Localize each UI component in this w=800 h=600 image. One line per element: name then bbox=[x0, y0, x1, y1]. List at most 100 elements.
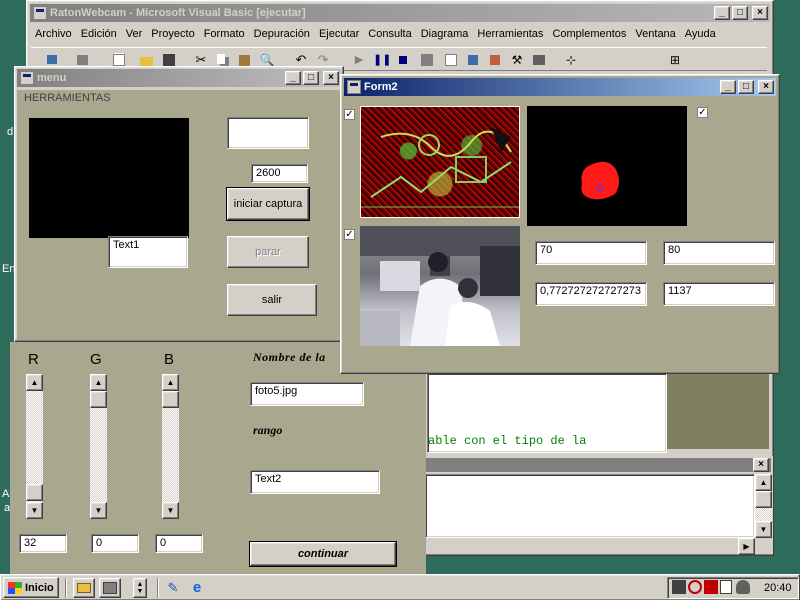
ratio-value-field[interactable]: 0,772727272727273 bbox=[535, 282, 647, 306]
r-value-field[interactable]: 32 bbox=[19, 534, 67, 553]
scroll-down-icon[interactable]: ▼ bbox=[755, 521, 772, 538]
interval-field[interactable]: 2600 bbox=[251, 164, 308, 183]
internet-explorer-icon[interactable]: e bbox=[189, 580, 205, 596]
audio-icon[interactable] bbox=[688, 580, 702, 594]
windows-logo-icon bbox=[8, 581, 22, 594]
blank-field[interactable] bbox=[227, 117, 309, 149]
scroll-up-icon[interactable]: ▲ bbox=[26, 374, 43, 391]
menu-depuracion[interactable]: Depuración bbox=[254, 28, 310, 40]
edge-detection-image bbox=[360, 106, 520, 218]
x-value-field[interactable]: 70 bbox=[535, 241, 647, 265]
range-field[interactable]: Text2 bbox=[250, 470, 380, 494]
menu-ayuda[interactable]: Ayuda bbox=[685, 28, 716, 40]
herramientas-label: HERRAMIENTAS bbox=[24, 92, 111, 104]
quick-launch-separator-2 bbox=[157, 578, 159, 598]
minimize-icon[interactable]: _ bbox=[285, 71, 301, 85]
menu-herramientas[interactable]: Herramientas bbox=[477, 28, 543, 40]
scroll-right-icon[interactable]: ▶ bbox=[738, 538, 755, 555]
exit-button[interactable]: salir bbox=[227, 284, 317, 316]
b-value-field[interactable]: 0 bbox=[155, 534, 203, 553]
scroll-up-icon[interactable]: ▲ bbox=[162, 374, 179, 391]
code-window[interactable]: able con el tipo de la bbox=[427, 373, 667, 453]
maximize-icon[interactable]: □ bbox=[303, 71, 319, 85]
g-label: G bbox=[90, 351, 102, 368]
range-label: rango bbox=[253, 423, 283, 437]
count-value-field[interactable]: 1137 bbox=[663, 282, 775, 306]
immediate-text-area[interactable] bbox=[425, 474, 755, 538]
menu-edicion[interactable]: Edición bbox=[81, 28, 117, 40]
vb-task-button[interactable] bbox=[99, 578, 121, 598]
stop-button[interactable]: parar bbox=[227, 236, 309, 268]
webcam-preview bbox=[29, 118, 189, 238]
g-value-field[interactable]: 0 bbox=[91, 534, 139, 553]
y-value-field[interactable]: 80 bbox=[663, 241, 775, 265]
agent-icon[interactable] bbox=[736, 580, 750, 594]
menu-ver[interactable]: Ver bbox=[126, 28, 143, 40]
properties-icon[interactable] bbox=[443, 52, 459, 68]
menu-formato[interactable]: Formato bbox=[204, 28, 245, 40]
menu-proyecto[interactable]: Proyecto bbox=[151, 28, 194, 40]
immediate-close-icon[interactable]: × bbox=[753, 458, 769, 472]
menu-form-icon bbox=[20, 71, 34, 85]
spinner-down-icon: ▼ bbox=[136, 588, 144, 595]
detection-image bbox=[527, 106, 687, 226]
network-icon[interactable] bbox=[672, 580, 686, 594]
immediate-titlebar bbox=[425, 458, 771, 472]
vb-ide-titlebar[interactable]: RatonWebcam - Microsoft Visual Basic [ej… bbox=[30, 4, 770, 22]
close-icon[interactable]: × bbox=[752, 6, 768, 20]
scroll-down-icon[interactable]: ▼ bbox=[162, 502, 179, 519]
edge-lines-svg bbox=[361, 127, 519, 208]
menu-diagrama[interactable]: Diagrama bbox=[421, 28, 469, 40]
continue-button[interactable]: continuar bbox=[249, 541, 397, 567]
norton-icon[interactable] bbox=[720, 580, 732, 594]
detect-view-checkbox[interactable]: ✓ bbox=[697, 107, 708, 118]
edge-view-checkbox[interactable]: ✓ bbox=[344, 109, 355, 120]
immediate-vscroll[interactable]: ▲ ▼ bbox=[755, 474, 772, 538]
task-spinner[interactable]: ▲ ▼ bbox=[133, 578, 147, 598]
camera-svg bbox=[360, 226, 520, 346]
position-icon[interactable]: ⊹ bbox=[563, 52, 579, 68]
b-scroll-thumb[interactable] bbox=[162, 391, 179, 408]
spinner-up-icon: ▲ bbox=[136, 581, 144, 588]
scroll-up-icon[interactable]: ▲ bbox=[90, 374, 107, 391]
form2-titlebar[interactable]: Form2 _ □ × bbox=[344, 78, 776, 96]
close-icon[interactable]: × bbox=[323, 71, 339, 85]
size-icon[interactable]: ⊞ bbox=[667, 52, 683, 68]
scroll-down-icon[interactable]: ▼ bbox=[26, 502, 43, 519]
scroll-thumb[interactable] bbox=[755, 491, 772, 508]
camera-view-checkbox[interactable]: ✓ bbox=[344, 229, 355, 240]
toolbox-icon[interactable]: ⚒ bbox=[509, 52, 525, 68]
start-button[interactable]: Inicio bbox=[3, 577, 59, 598]
object-browser-icon[interactable] bbox=[487, 52, 503, 68]
data-view-icon[interactable] bbox=[531, 52, 547, 68]
start-capture-button[interactable]: iniciar captura bbox=[226, 187, 310, 221]
filename-field[interactable]: foto5.jpg bbox=[250, 382, 364, 406]
menu-titlebar[interactable]: menu _ □ × bbox=[17, 69, 341, 87]
maximize-icon[interactable]: □ bbox=[738, 80, 754, 94]
menu-form-lower bbox=[10, 342, 426, 574]
start-label: Inicio bbox=[25, 581, 54, 594]
quick-launch-separator bbox=[65, 578, 67, 598]
minimize-icon[interactable]: _ bbox=[714, 6, 730, 20]
b-scrollbar[interactable]: ▲ ▼ bbox=[162, 374, 179, 519]
menu-ejecutar[interactable]: Ejecutar bbox=[319, 28, 359, 40]
g-scrollbar[interactable]: ▲ ▼ bbox=[90, 374, 107, 519]
close-icon[interactable]: × bbox=[758, 80, 774, 94]
g-scroll-thumb[interactable] bbox=[90, 391, 107, 408]
scroll-down-icon[interactable]: ▼ bbox=[90, 502, 107, 519]
menu-ventana[interactable]: Ventana bbox=[635, 28, 675, 40]
r-scrollbar[interactable]: ▲ ▼ bbox=[26, 374, 43, 519]
minimize-icon[interactable]: _ bbox=[720, 80, 736, 94]
outlook-express-icon[interactable]: ✎ bbox=[165, 580, 181, 596]
r-scroll-thumb[interactable] bbox=[26, 484, 43, 501]
explorer-task-button[interactable] bbox=[73, 578, 95, 598]
form-layout-icon[interactable] bbox=[465, 52, 481, 68]
menu-complementos[interactable]: Complementos bbox=[552, 28, 626, 40]
menu-consulta[interactable]: Consulta bbox=[368, 28, 411, 40]
maximize-icon[interactable]: □ bbox=[732, 6, 748, 20]
menu-archivo[interactable]: Archivo bbox=[35, 28, 72, 40]
scroll-up-icon[interactable]: ▲ bbox=[755, 474, 772, 491]
ati-icon[interactable] bbox=[704, 580, 718, 594]
menu-title: menu bbox=[37, 72, 67, 84]
text1-field[interactable]: Text1 bbox=[108, 236, 188, 268]
